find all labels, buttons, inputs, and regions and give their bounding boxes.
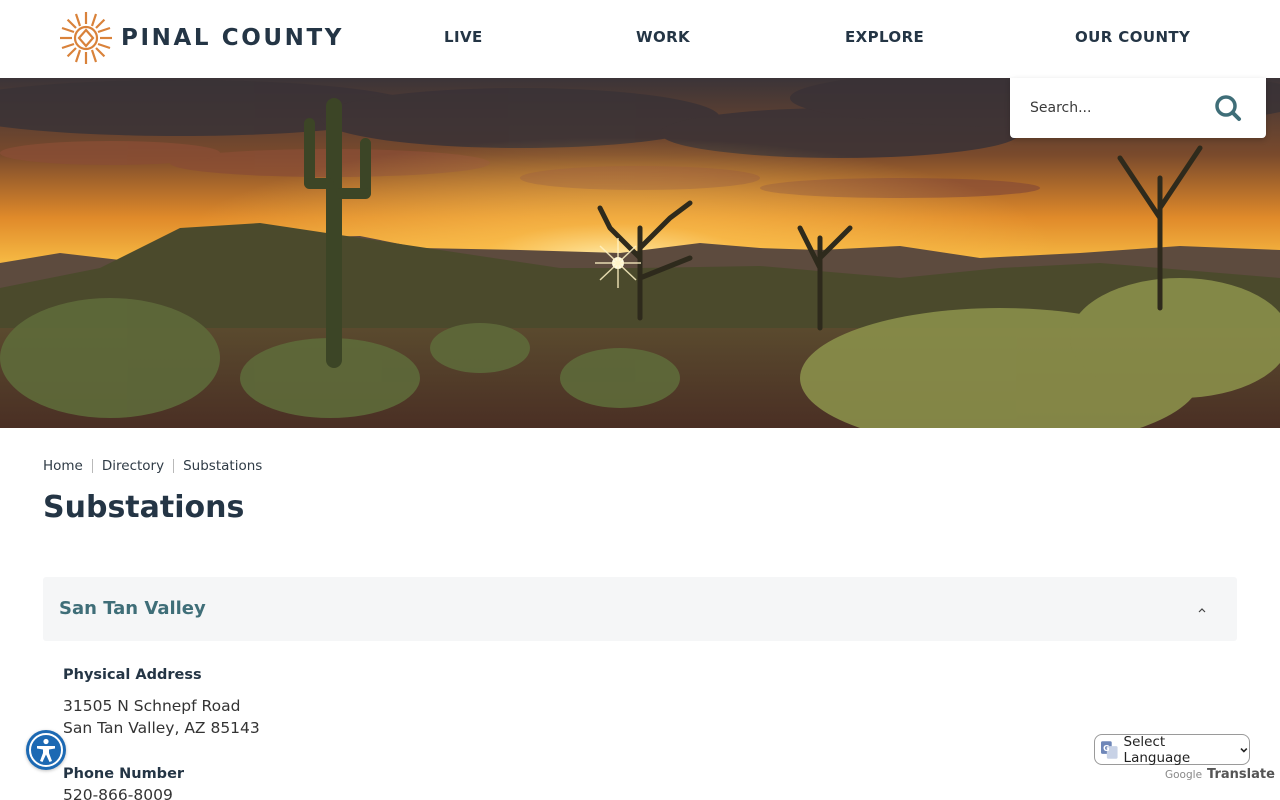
accessibility-button[interactable] [26,730,66,770]
search-input[interactable] [1030,96,1210,120]
nav-our-county[interactable]: OUR COUNTY [1075,28,1190,46]
sun-logo-icon [60,12,112,64]
phone-number-label: Phone Number [63,766,185,782]
powered-by-google: Google Translate [1165,767,1275,782]
phone-number-link[interactable]: 520-866-8009 [63,786,173,800]
breadcrumb-home[interactable]: Home [43,458,83,474]
address-line-1: 31505 N Schnepf Road [63,697,241,715]
search-icon [1215,95,1241,121]
address-line-2: San Tan Valley, AZ 85143 [63,719,260,737]
language-select-label: Select Language [1123,733,1191,766]
translate-link[interactable]: Translate [1207,767,1275,782]
accessibility-icon [29,733,63,767]
physical-address-label: Physical Address [63,667,202,683]
logo-text: PINAL COUNTY [121,25,345,51]
breadcrumb-directory[interactable]: Directory [102,458,164,474]
dropdown-arrow-icon [1240,747,1248,753]
google-wordmark: Google [1165,768,1203,781]
language-select[interactable]: G Select Language [1094,733,1250,766]
nav-live[interactable]: LIVE [444,28,483,46]
site-logo[interactable]: PINAL COUNTY [58,10,344,66]
chevron-up-icon [1198,608,1206,613]
nav-explore[interactable]: EXPLORE [845,28,924,46]
search-button[interactable] [1211,91,1245,125]
page-title: Substations [43,490,245,525]
site-header: PINAL COUNTY LIVE WORK EXPLORE OUR COUNT… [0,0,1280,78]
breadcrumb-separator [91,459,93,473]
svg-text:G: G [1103,743,1109,752]
breadcrumb-substations[interactable]: Substations [183,458,262,474]
accordion-header-san-tan-valley[interactable]: San Tan Valley [43,577,1237,641]
breadcrumb-separator [173,459,175,473]
breadcrumb: Home Directory Substations [43,457,262,475]
accordion-title: San Tan Valley [59,598,206,619]
google-translate-icon: G [1101,740,1118,759]
nav-work[interactable]: WORK [636,28,690,46]
